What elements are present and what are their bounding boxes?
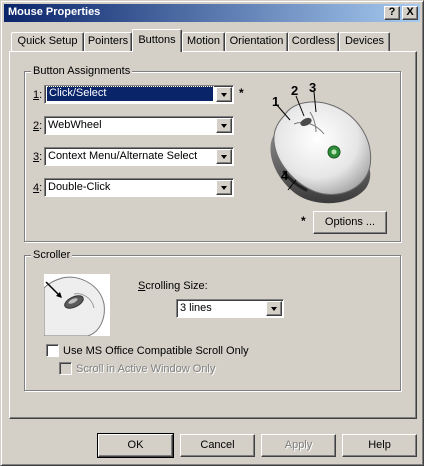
tab-quick-setup[interactable]: Quick Setup xyxy=(11,32,84,51)
buttons-tab-panel: Button Assignments 1: Click/Select * 2: … xyxy=(9,51,417,419)
chevron-down-icon xyxy=(271,307,277,311)
scrolling-size-value: 3 lines xyxy=(180,302,212,314)
button-4-assignment-select[interactable]: Double-Click xyxy=(44,178,234,197)
callout-4: 4 xyxy=(281,168,289,183)
mouse-properties-window: Mouse Properties ? X Quick Setup Pointer… xyxy=(0,0,424,466)
cancel-button[interactable]: Cancel xyxy=(180,434,255,457)
button-3-label: 3: xyxy=(33,151,43,163)
callout-3: 3 xyxy=(309,80,317,95)
button-1-dropdown-button[interactable] xyxy=(216,87,232,102)
tab-pointers[interactable]: Pointers xyxy=(84,32,132,51)
button-1-assignment-value: Click/Select xyxy=(46,86,214,102)
chevron-down-icon xyxy=(221,124,227,128)
chevron-down-icon xyxy=(221,93,227,97)
ok-button[interactable]: OK xyxy=(97,433,174,458)
callout-1: 1 xyxy=(272,94,280,109)
button-3-dropdown-button[interactable] xyxy=(216,149,232,164)
tab-buttons[interactable]: Buttons xyxy=(132,29,182,52)
scrolling-size-select[interactable]: 3 lines xyxy=(176,299,284,318)
button-1-star-marker: * xyxy=(239,86,244,100)
ms-office-scroll-checkbox[interactable] xyxy=(46,344,59,357)
active-window-scroll-label: Scroll in Active Window Only xyxy=(76,363,216,375)
button-4-label: 4: xyxy=(33,182,43,194)
button-2-assignment-select[interactable]: WebWheel xyxy=(44,116,234,135)
scrolling-size-label: Scrolling Size: xyxy=(138,280,208,292)
help-button[interactable]: ? xyxy=(384,6,400,20)
button-3-assignment-select[interactable]: Context Menu/Alternate Select xyxy=(44,147,234,166)
options-button[interactable]: Options ... xyxy=(313,211,387,234)
button-3-assignment-value: Context Menu/Alternate Select xyxy=(48,150,198,162)
button-2-label: 2: xyxy=(33,120,43,132)
tab-orientation[interactable]: Orientation xyxy=(225,32,288,51)
close-button[interactable]: X xyxy=(402,6,418,20)
apply-button[interactable]: Apply xyxy=(261,434,336,457)
active-window-scroll-checkbox[interactable] xyxy=(59,362,72,375)
button-4-dropdown-button[interactable] xyxy=(216,180,232,195)
chevron-down-icon xyxy=(221,155,227,159)
button-1-label: 1: xyxy=(33,89,43,101)
title-bar[interactable]: Mouse Properties ? X xyxy=(4,4,420,22)
button-2-dropdown-button[interactable] xyxy=(216,118,232,133)
button-1-assignment-select[interactable]: Click/Select xyxy=(44,85,234,104)
chevron-down-icon xyxy=(221,186,227,190)
callout-2: 2 xyxy=(291,83,299,98)
button-assignments-label: Button Assignments xyxy=(31,65,133,77)
tab-devices[interactable]: Devices xyxy=(339,32,390,51)
button-2-assignment-value: WebWheel xyxy=(48,119,102,131)
scroll-wheel-illustration-icon xyxy=(44,274,110,336)
window-title: Mouse Properties xyxy=(8,6,101,18)
ms-office-scroll-label[interactable]: Use MS Office Compatible Scroll Only xyxy=(63,345,249,357)
scrolling-size-dropdown-button[interactable] xyxy=(266,301,282,316)
tab-cordless[interactable]: Cordless xyxy=(288,32,339,51)
options-star-marker: * xyxy=(301,214,306,228)
tab-motion[interactable]: Motion xyxy=(182,32,225,51)
help-footer-button[interactable]: Help xyxy=(342,434,417,457)
button-4-assignment-value: Double-Click xyxy=(48,181,111,193)
scroller-label: Scroller xyxy=(31,249,73,261)
